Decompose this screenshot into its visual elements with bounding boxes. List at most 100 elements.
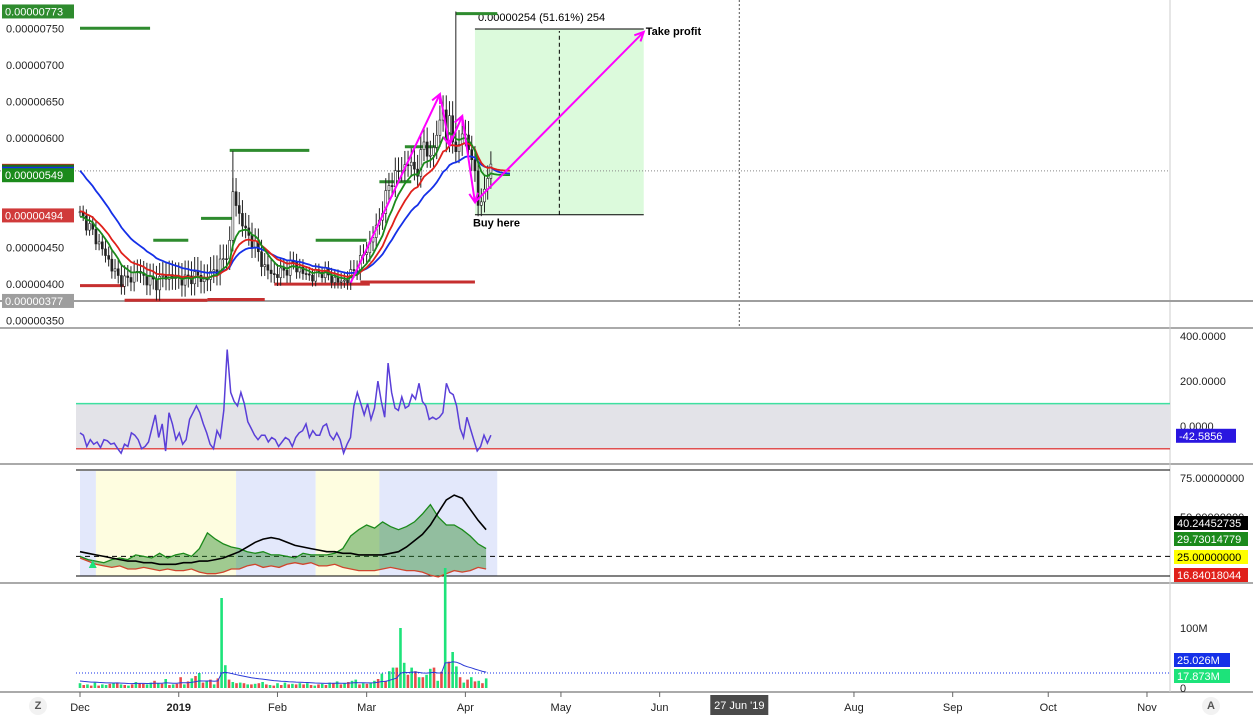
time-axis-label: Feb (268, 702, 287, 714)
volume-bar (339, 684, 343, 688)
volume-bar (376, 679, 380, 688)
volume-bar (279, 685, 283, 688)
candle (120, 275, 123, 287)
candle (390, 185, 394, 187)
volume-bar (97, 685, 100, 688)
volume-bar (123, 685, 127, 688)
volume-bar (104, 685, 108, 688)
volume-badge: 17.873M (1177, 671, 1220, 683)
candle (397, 170, 400, 172)
candle (94, 228, 98, 245)
volume-bar (455, 666, 458, 688)
candle (123, 275, 126, 287)
volume-bar (127, 685, 130, 688)
volume-bar (130, 684, 134, 688)
volume-bar (224, 665, 227, 688)
candle (129, 277, 133, 283)
candle (212, 269, 216, 272)
candle (196, 271, 200, 276)
candle (365, 252, 368, 255)
candle (425, 141, 429, 157)
volume-bar (402, 662, 406, 688)
candle (339, 280, 343, 283)
volume-bar (168, 685, 171, 688)
candle (222, 258, 225, 260)
volume-bar (477, 680, 481, 688)
volume-bar (171, 684, 175, 688)
volume-bar (436, 680, 440, 688)
volume-bar (358, 684, 361, 688)
volume-bar (242, 683, 246, 688)
volume-bar (156, 683, 160, 688)
take-profit-label: Take profit (646, 26, 702, 38)
candle (285, 269, 289, 276)
candle (244, 225, 247, 229)
volume-bar (421, 677, 425, 688)
volume-bar (317, 684, 320, 688)
volume-bar (276, 683, 279, 688)
time-axis-label: Apr (457, 702, 474, 714)
volume-bar (332, 683, 335, 688)
chart-workspace[interactable]: 0.00000254 (51.61%) 254 Buy here Take prof… (0, 0, 1253, 719)
volume-bar (294, 684, 298, 688)
volume-bar (160, 683, 164, 688)
time-axis-label: Oct (1040, 702, 1057, 714)
volume-bar (142, 683, 145, 688)
candle (419, 149, 423, 177)
auto-scale-button[interactable]: A (1202, 697, 1220, 715)
volume-bar (361, 683, 365, 688)
volume-bar (212, 684, 216, 688)
volume-bar (119, 684, 123, 688)
volume-bar (365, 683, 369, 688)
volume-bar (432, 667, 436, 688)
time-axis-label: Jun (651, 702, 669, 714)
price-badge: 0.00000549 (5, 170, 63, 182)
volume-bar (235, 683, 238, 688)
oscillator-axis-tick: 400.0000 (1180, 331, 1226, 343)
candle (107, 255, 110, 260)
volume-bar (350, 680, 354, 688)
volume-bar (298, 683, 302, 688)
candle (161, 275, 165, 277)
volume-bar (302, 684, 305, 688)
candle (387, 185, 391, 191)
volume-bar (324, 685, 328, 688)
volume-bar (272, 685, 276, 688)
candle (272, 273, 276, 275)
volume-bar (283, 682, 287, 688)
candle (432, 147, 435, 156)
candle (266, 264, 270, 271)
candle (234, 191, 238, 206)
volume-bar (261, 682, 264, 688)
volume-bar (391, 667, 395, 688)
candle (276, 274, 279, 278)
volume-bar (447, 661, 451, 688)
price-badge: 0.00000494 (5, 210, 63, 222)
candle (132, 271, 136, 283)
candle (489, 163, 493, 179)
candle (260, 251, 263, 267)
candle (145, 275, 149, 286)
dmi-value-badge: 40.24452735 (1177, 518, 1241, 530)
candle (409, 161, 413, 167)
volume-bar (369, 682, 372, 688)
volume-bar (164, 679, 168, 688)
volume-bar (473, 681, 477, 688)
dmi-value-badge: 16.84018044 (1177, 570, 1241, 582)
candle (237, 205, 241, 214)
volume-axis-tick: 0 (1180, 683, 1186, 695)
candle (346, 279, 349, 283)
candle (413, 161, 416, 170)
volume-bar (93, 682, 97, 688)
candle (202, 278, 206, 282)
volume-bar (320, 683, 324, 688)
candle (435, 134, 439, 148)
volume-bar (257, 683, 261, 688)
candle (422, 141, 426, 150)
volume-bar (138, 683, 141, 688)
volume-bar (354, 679, 358, 688)
volume-bar (101, 684, 104, 688)
timezone-button[interactable]: Z (29, 697, 47, 715)
volume-bar (183, 684, 186, 688)
chart-canvas[interactable]: 0.00000254 (51.61%) 254Buy hereTake prof… (0, 0, 1253, 719)
